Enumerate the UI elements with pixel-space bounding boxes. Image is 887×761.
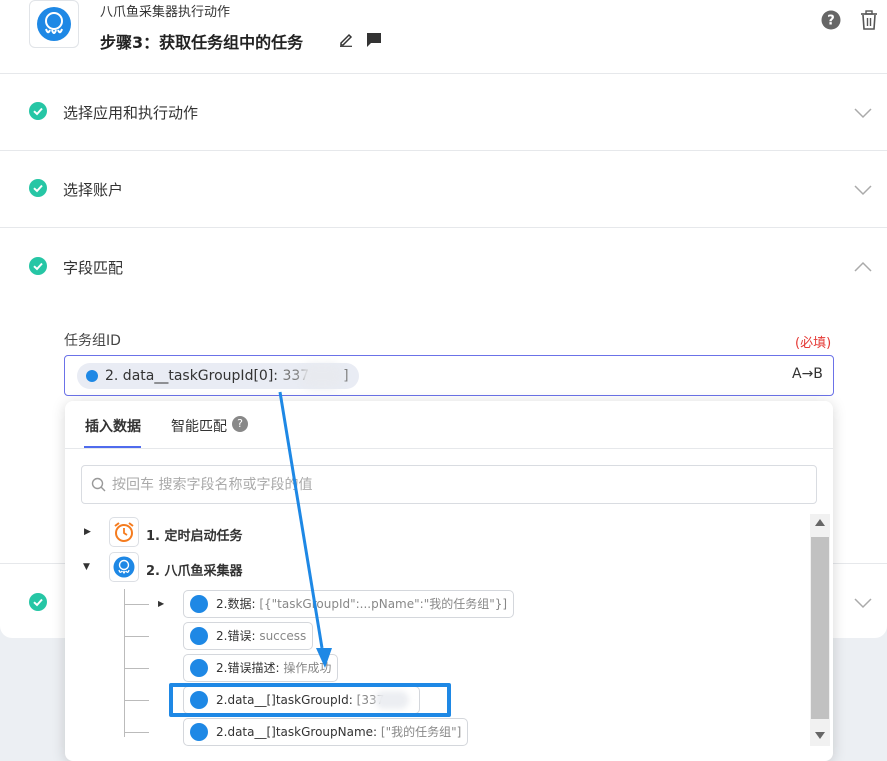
check-circle-icon [29, 257, 47, 275]
check-circle-icon [29, 593, 47, 611]
node-icon [109, 552, 139, 582]
octopus-dot-icon [190, 595, 208, 613]
tree-line [124, 668, 149, 669]
octopus-dot-icon [86, 370, 98, 382]
collapse-arrow[interactable]: ▼ [83, 562, 90, 572]
check-circle-icon [29, 179, 47, 197]
octopus-dot-icon [190, 723, 208, 741]
list-item[interactable]: 2.错误: success [183, 622, 314, 650]
search-icon [91, 477, 106, 492]
scrollbar-thumb[interactable] [811, 537, 829, 719]
tab-smart-match[interactable]: 智能匹配 [171, 416, 227, 436]
item-value: success [255, 629, 307, 643]
octopus-dot-icon [190, 627, 208, 645]
dropdown-tabs: 插入数据 智能匹配 ? [65, 401, 833, 449]
annotation-highlight-box [169, 683, 451, 717]
item-value: [{"taskGroupId":...pName":"我的任务组"}] [255, 597, 508, 611]
step-title: 步骤3：获取任务组中的任务 [100, 33, 304, 52]
chevron-down-icon[interactable] [854, 107, 872, 119]
trash-icon[interactable] [860, 10, 878, 30]
list-item[interactable]: 2.data__[]taskGroupName: ["我的任务组"] [183, 718, 469, 746]
section-title: 选择应用和执行动作 [63, 104, 199, 122]
task-group-id-field[interactable]: 2. data__taskGroupId[0]: 337] A→B [64, 355, 834, 396]
tree-line [124, 604, 149, 605]
app-logo [29, 0, 79, 48]
step-header: 八爪鱼采集器执行动作 步骤3：获取任务组中的任务 ? [0, 0, 887, 74]
tab-insert-data[interactable]: 插入数据 [85, 416, 141, 436]
octopus-dot-icon [190, 659, 208, 677]
scrollbar[interactable] [810, 514, 830, 746]
chevron-down-icon[interactable] [854, 184, 872, 196]
check-circle-icon [29, 102, 47, 120]
octopus-logo-icon [113, 556, 135, 578]
list-item[interactable]: 2.数据: [{"taskGroupId":...pName":"我的任务组"}… [183, 590, 515, 618]
item-name: 2.错误描述: [216, 661, 280, 675]
section-select-account[interactable]: 选择账户 [0, 151, 887, 228]
section-title: 字段匹配 [63, 259, 124, 277]
octopus-logo-icon [37, 7, 71, 41]
node-label[interactable]: 1. 定时启动任务 [146, 525, 243, 544]
chevron-up-icon[interactable] [854, 261, 872, 273]
tree-line [124, 636, 149, 637]
list-item[interactable]: 2.错误描述: 操作成功 [183, 654, 339, 682]
help-icon[interactable]: ? [232, 416, 248, 432]
tree-line [124, 589, 125, 737]
scroll-down-icon[interactable] [815, 732, 825, 739]
item-value: ["我的任务组"] [377, 725, 462, 739]
search-input[interactable] [112, 474, 802, 496]
edit-icon[interactable] [338, 31, 354, 47]
active-tab-indicator [84, 446, 141, 448]
item-name: 2.错误: [216, 629, 256, 643]
transform-button[interactable]: A→B [792, 366, 823, 382]
node-label[interactable]: 2. 八爪鱼采集器 [146, 560, 243, 579]
item-name: 2.数据: [216, 597, 256, 611]
field-label: 任务组ID [64, 333, 121, 349]
svg-text:?: ? [827, 14, 835, 29]
search-box[interactable] [81, 465, 817, 504]
redacted-value [301, 364, 343, 388]
expand-arrow[interactable]: ▶ [158, 599, 164, 608]
help-icon[interactable]: ? [821, 10, 841, 30]
node-icon [109, 517, 139, 547]
item-name: 2.data__[]taskGroupName: [216, 725, 378, 739]
tree-line [124, 700, 149, 701]
chevron-down-icon[interactable] [854, 597, 872, 609]
section-select-app[interactable]: 选择应用和执行动作 [0, 74, 887, 151]
alarm-clock-icon [114, 522, 134, 542]
section-title: 选择账户 [63, 181, 124, 199]
app-name: 八爪鱼采集器执行动作 [100, 5, 231, 20]
item-value: 操作成功 [279, 661, 332, 675]
scroll-up-icon[interactable] [815, 519, 825, 526]
chip-tail: ] [343, 368, 349, 384]
tree-line [124, 732, 149, 733]
expand-arrow[interactable]: ▶ [84, 527, 91, 537]
required-marker: (必填) [795, 336, 832, 351]
chip-field-name: 2. data__taskGroupId[0]: [105, 368, 278, 384]
comment-icon[interactable] [366, 32, 382, 48]
